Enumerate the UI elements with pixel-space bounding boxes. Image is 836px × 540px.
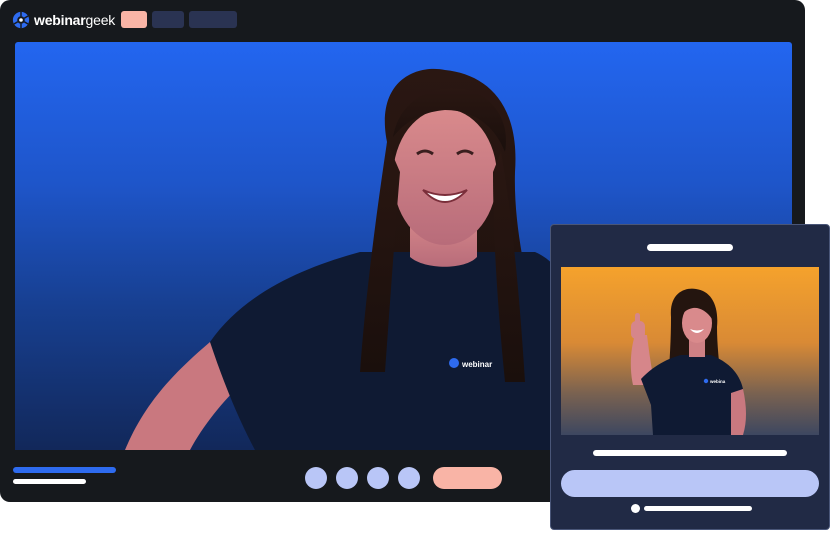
- popup-card: webina: [550, 224, 830, 530]
- leave-button[interactable]: [433, 467, 502, 489]
- popup-text-placeholder: [593, 450, 787, 456]
- popup-presenter-video: webina: [630, 288, 746, 435]
- brand-name: webinargeek: [34, 12, 115, 28]
- popup-footer-text-placeholder: [644, 506, 752, 511]
- popup-title-placeholder: [647, 244, 733, 251]
- top-bar: webinargeek: [0, 0, 805, 40]
- brand-name-light: geek: [85, 12, 116, 28]
- progress-bar: [13, 467, 116, 473]
- top-nav-button-2[interactable]: [152, 11, 184, 28]
- camera-icon[interactable]: [336, 467, 358, 489]
- popup-cta-button[interactable]: [561, 470, 819, 497]
- top-nav-button-3[interactable]: [189, 11, 237, 28]
- popup-video[interactable]: webina: [561, 267, 819, 435]
- webinargeek-logo-icon: [12, 11, 30, 29]
- brand-logo[interactable]: webinargeek: [12, 10, 115, 30]
- popup-shirt-logo: webina: [709, 379, 726, 384]
- screen-share-icon[interactable]: [367, 467, 389, 489]
- settings-icon[interactable]: [398, 467, 420, 489]
- presenter-shirt-logo: webinar: [461, 360, 492, 369]
- mic-icon[interactable]: [305, 467, 327, 489]
- brand-name-bold: webinar: [34, 12, 86, 28]
- progress-label-placeholder: [13, 479, 86, 484]
- stage: webinargeek webinar webina: [0, 0, 836, 540]
- top-nav-button-1[interactable]: [121, 11, 147, 28]
- popup-radio-dot[interactable]: [631, 504, 640, 513]
